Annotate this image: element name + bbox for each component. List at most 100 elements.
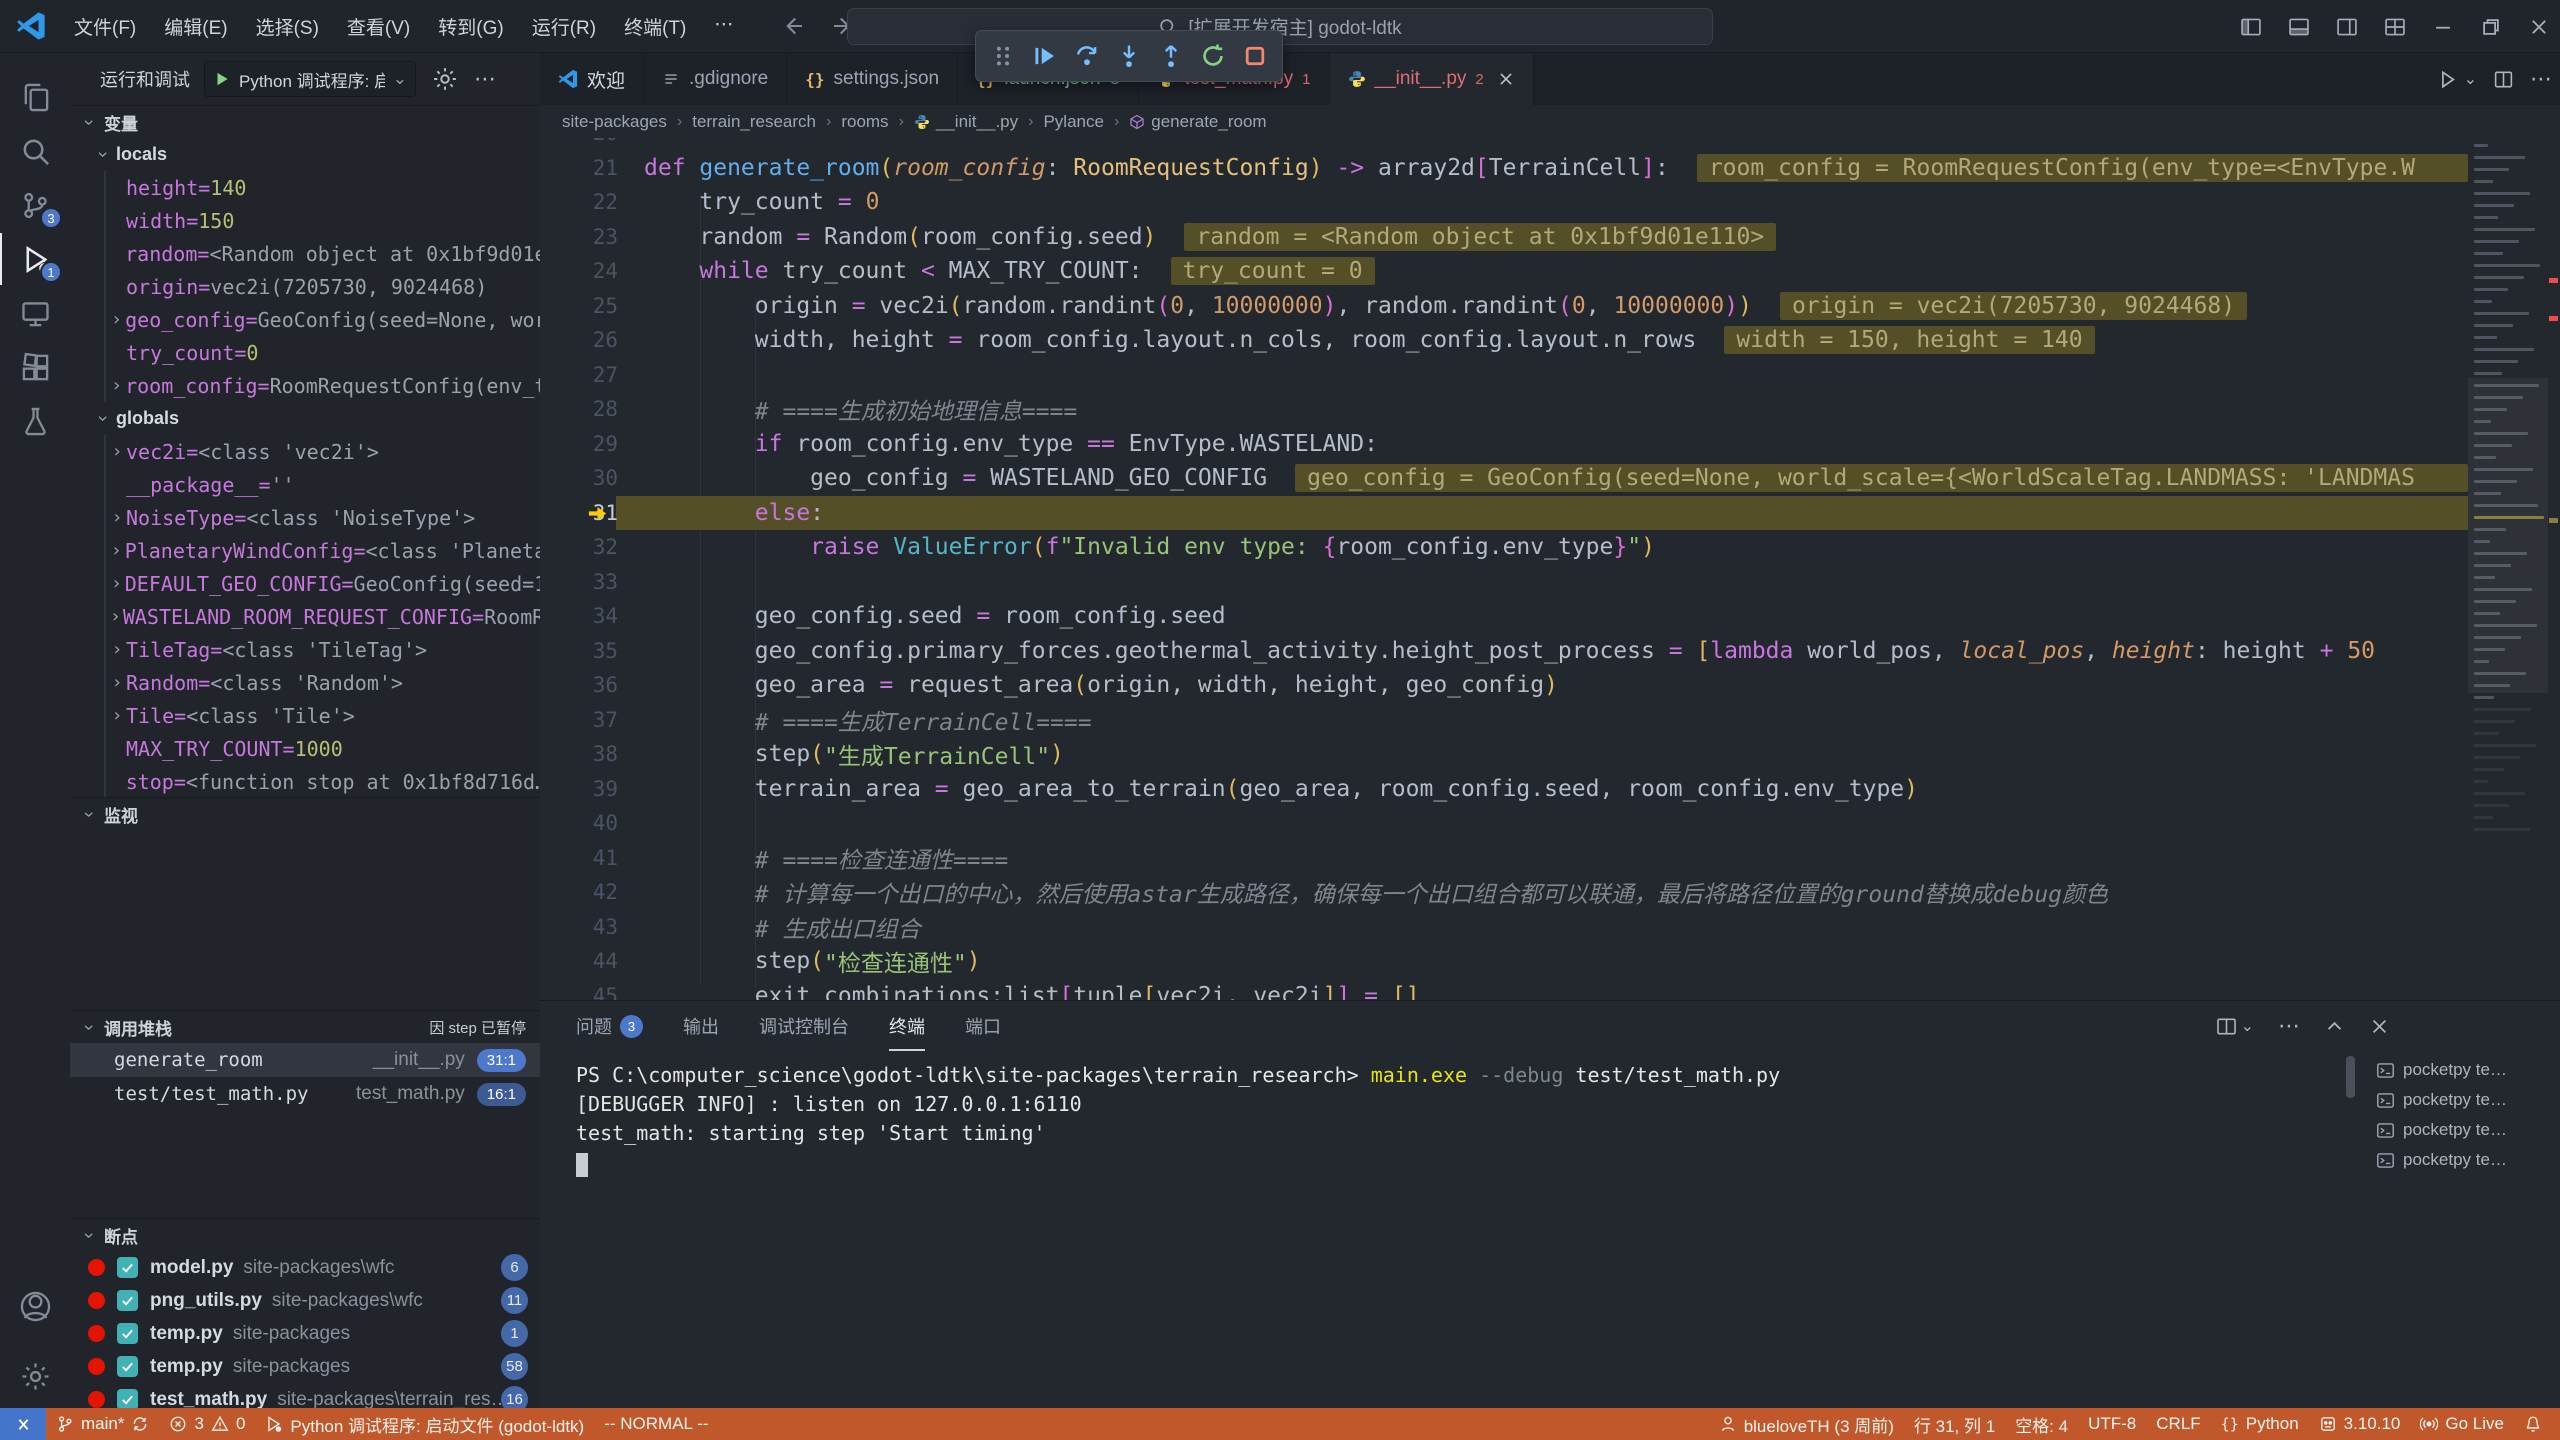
terminal-instance[interactable]: pocketpy te… — [2368, 1145, 2554, 1175]
line-number[interactable]: 33 — [540, 570, 618, 594]
line-number[interactable]: 29 — [540, 432, 618, 456]
restore-icon[interactable] — [2480, 16, 2502, 38]
panel-tab-输出[interactable]: 输出 — [683, 1001, 719, 1051]
breakpoint-checkbox[interactable] — [117, 1323, 138, 1344]
toggle-primary-sidebar-icon[interactable] — [2240, 16, 2262, 38]
line-number[interactable]: 35 — [540, 639, 618, 663]
variable-row[interactable]: width = 150 — [104, 204, 540, 237]
section-watch[interactable]: › 监视 — [70, 797, 540, 830]
debug-settings-gear-icon[interactable] — [432, 66, 458, 92]
line-number[interactable]: 37 — [540, 708, 618, 732]
menu-item[interactable]: 终端(T) — [610, 7, 700, 46]
tab-欢迎[interactable]: 欢迎 — [540, 53, 644, 105]
status-git-branch[interactable]: main* — [46, 1408, 159, 1440]
line-number[interactable]: 26 — [540, 328, 618, 352]
source-control-icon[interactable]: 3 — [0, 179, 70, 231]
accounts-icon[interactable] — [0, 1280, 70, 1332]
section-variables[interactable]: › 变量 — [70, 105, 540, 138]
testing-icon[interactable] — [0, 395, 70, 447]
breadcrumb-item[interactable]: generate_room — [1129, 112, 1266, 132]
stop-button[interactable] — [1238, 39, 1272, 73]
line-number[interactable]: 41 — [540, 846, 618, 870]
callstack-frame[interactable]: generate_room__init__.py31:1 — [70, 1043, 540, 1077]
status-cursor-position[interactable]: 行 31, 列 1 — [1904, 1408, 2005, 1440]
panel-tab-问题[interactable]: 问题3 — [576, 1001, 643, 1051]
variable-row[interactable]: ›room_config = RoomRequestConfig(env_t… — [104, 369, 540, 402]
section-callstack[interactable]: › 调用堆栈 因 step 已暂停 — [70, 1010, 540, 1043]
menu-item[interactable]: 选择(S) — [242, 7, 333, 46]
line-number[interactable]: 36 — [540, 673, 618, 697]
variable-row[interactable]: try_count = 0 — [104, 336, 540, 369]
panel-layout-icon[interactable]: ⌄ — [2216, 1016, 2254, 1037]
breadcrumb-item[interactable]: Pylance — [1043, 112, 1103, 132]
status-git-blame[interactable]: blueloveTH (3 周前) — [1709, 1408, 1904, 1440]
variable-row[interactable]: ›geo_config = GeoConfig(seed=None, wor… — [104, 303, 540, 336]
terminal-instance[interactable]: pocketpy te… — [2368, 1085, 2554, 1115]
minimize-icon[interactable] — [2432, 16, 2454, 38]
extensions-icon[interactable] — [0, 341, 70, 393]
line-number[interactable]: 42 — [540, 880, 618, 904]
variable-row[interactable]: stop = <function stop at 0x1bf8d716d… — [104, 765, 540, 797]
line-number[interactable]: 38 — [540, 742, 618, 766]
restart-button[interactable] — [1196, 39, 1230, 73]
step-over-button[interactable] — [1070, 39, 1104, 73]
panel-more-actions-icon[interactable]: ⋯ — [2278, 1013, 2300, 1039]
line-number[interactable]: 25 — [540, 294, 618, 318]
code-editor[interactable]: 2021def generate_room(room_config: RoomR… — [540, 138, 2468, 1000]
terminal-scrollbar[interactable] — [2346, 1056, 2355, 1098]
split-editor-icon[interactable] — [2493, 69, 2514, 90]
tab-settings.json[interactable]: {}settings.json — [787, 53, 958, 105]
variable-row[interactable]: ›TileTag = <class 'TileTag'> — [104, 633, 540, 666]
editor-more-actions-icon[interactable]: ⋯ — [2530, 66, 2552, 92]
status-indentation[interactable]: 空格: 4 — [2005, 1408, 2078, 1440]
terminal-instance[interactable]: pocketpy te… — [2368, 1115, 2554, 1145]
status-python-version[interactable]: 3.10.10 — [2309, 1408, 2411, 1440]
breakpoint-checkbox[interactable] — [117, 1389, 138, 1408]
variable-row[interactable]: MAX_TRY_COUNT = 1000 — [104, 732, 540, 765]
variable-row[interactable]: ›WASTELAND_ROOM_REQUEST_CONFIG = RoomR… — [104, 600, 540, 633]
drag-handle-icon[interactable] — [986, 39, 1020, 73]
line-number[interactable]: 40 — [540, 811, 618, 835]
variable-row[interactable]: ›Random = <class 'Random'> — [104, 666, 540, 699]
menu-item[interactable]: 转到(G) — [424, 7, 517, 46]
breakpoint-checkbox[interactable] — [117, 1356, 138, 1377]
status-encoding[interactable]: UTF-8 — [2078, 1408, 2146, 1440]
menu-item[interactable]: 编辑(E) — [150, 7, 241, 46]
line-number[interactable]: 39 — [540, 777, 618, 801]
toggle-panel-icon[interactable] — [2288, 16, 2310, 38]
variable-row[interactable]: ›DEFAULT_GEO_CONFIG = GeoConfig(seed=1… — [104, 567, 540, 600]
back-arrow-icon[interactable] — [781, 14, 805, 38]
status-debug-config[interactable]: Python 调试程序: 启动文件 (godot-ldtk) — [255, 1408, 594, 1440]
more-actions-icon[interactable]: ⋯ — [474, 66, 500, 92]
maximize-panel-icon[interactable] — [2324, 1016, 2345, 1037]
line-number[interactable]: 32 — [540, 535, 618, 559]
status-vim-mode[interactable]: -- NORMAL -- — [594, 1408, 718, 1440]
breadcrumb-item[interactable]: __init__.py — [914, 112, 1018, 132]
terminal-instance[interactable]: pocketpy te… — [2368, 1055, 2554, 1085]
run-and-debug-icon[interactable]: 1 — [0, 233, 70, 285]
line-number[interactable]: 28 — [540, 397, 618, 421]
panel-tab-端口[interactable]: 端口 — [965, 1001, 1001, 1051]
menu-item[interactable]: ⋯ — [700, 7, 747, 46]
terminal-output[interactable]: PS C:\computer_science\godot-ldtk\site-p… — [576, 1063, 2336, 1177]
close-panel-icon[interactable] — [2369, 1016, 2390, 1037]
step-into-button[interactable] — [1112, 39, 1146, 73]
variable-row[interactable]: ›vec2i = <class 'vec2i'> — [104, 435, 540, 468]
tab-.gdignore[interactable]: .gdignore — [644, 53, 787, 105]
toggle-secondary-sidebar-icon[interactable] — [2336, 16, 2358, 38]
section-breakpoints[interactable]: › 断点 — [70, 1218, 540, 1251]
close-icon[interactable] — [1497, 70, 1515, 88]
status-notifications[interactable] — [2514, 1408, 2552, 1440]
variable-row[interactable]: __package__ = '' — [104, 468, 540, 501]
variables-group-locals[interactable]: ›locals — [70, 138, 540, 171]
line-number[interactable]: 45 — [540, 984, 618, 1000]
breadcrumb-item[interactable]: site-packages — [562, 112, 667, 132]
breadcrumb-item[interactable]: rooms — [841, 112, 888, 132]
tab-__init__.py[interactable]: __init__.py2 — [1330, 53, 1534, 105]
line-number[interactable]: 24 — [540, 259, 618, 283]
variable-row[interactable]: ›PlanetaryWindConfig = <class 'Planeta… — [104, 534, 540, 567]
breakpoint-row[interactable]: model.pysite-packages\wfc6 — [70, 1251, 540, 1284]
launch-config-dropdown[interactable]: Python 调试程序: 启 ⌄ — [204, 61, 416, 97]
breakpoint-row[interactable]: test_math.pysite-packages\terrain_res…16 — [70, 1383, 540, 1408]
remote-explorer-icon[interactable] — [0, 287, 70, 339]
